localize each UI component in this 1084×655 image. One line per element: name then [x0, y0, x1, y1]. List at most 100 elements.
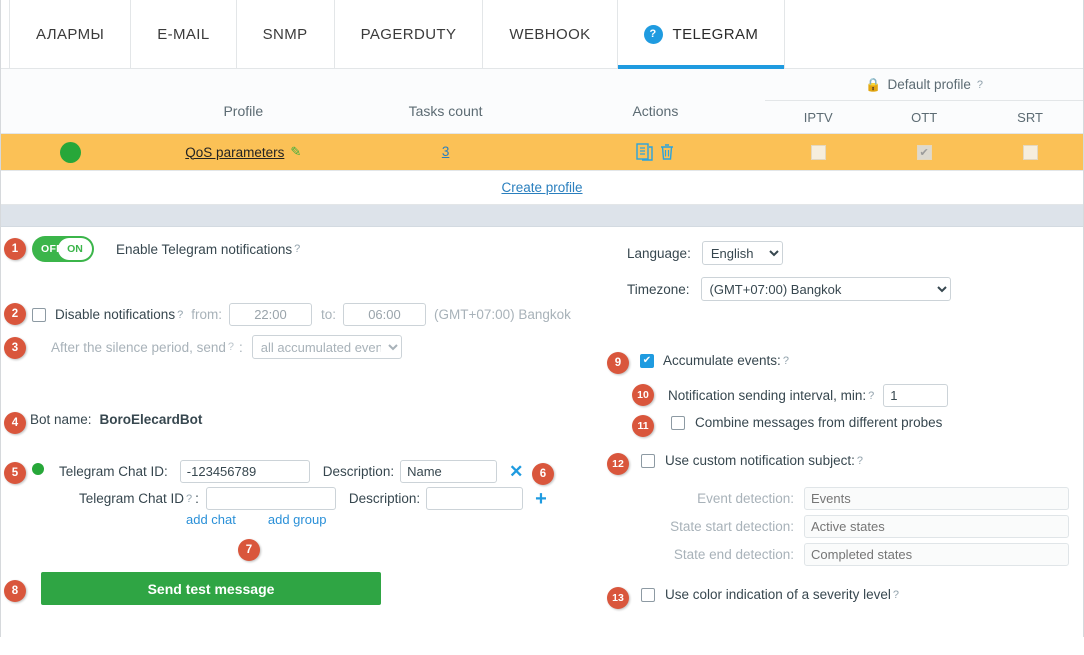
help-hint-icon[interactable]: ?: [977, 79, 983, 91]
to-time-input[interactable]: [342, 303, 426, 326]
ott-checkbox[interactable]: ✔: [916, 144, 932, 160]
srt-checkbox[interactable]: [1022, 144, 1038, 160]
help-hint-icon[interactable]: ?: [868, 390, 874, 402]
table-row[interactable]: QoS parameters ✎ 3 ✔: [1, 133, 1083, 171]
description-label-2: Description:: [348, 491, 421, 506]
badge-12: 12: [607, 453, 629, 475]
chat-id-label-2: Telegram Chat ID: [78, 491, 184, 506]
to-label: to:: [320, 307, 336, 322]
default-profile-label: Default profile: [887, 77, 971, 92]
notification-channel-tabs: АЛАРМЫ E-MAIL SNMP PAGERDUTY WEBHOOK ? T…: [1, 0, 1083, 69]
create-profile-link[interactable]: Create profile: [501, 180, 582, 195]
chat-id-input-2[interactable]: [205, 487, 336, 510]
row-flags-cell: ✔: [765, 144, 1083, 160]
column-header-ott: OTT: [911, 109, 938, 125]
accumulate-events-checkbox[interactable]: [640, 353, 654, 368]
row-actions-cell: [546, 143, 766, 161]
tab-email[interactable]: E-MAIL: [131, 0, 237, 68]
timezone-select[interactable]: (GMT+07:00) Bangkok: [700, 277, 951, 301]
toggle-knob: ON: [58, 238, 92, 260]
silence-period-row: After the silence period, send ? : all a…: [51, 335, 402, 359]
badge-7: 7: [238, 539, 260, 561]
badge-4: 4: [4, 412, 26, 434]
add-chat-link[interactable]: add chat: [186, 512, 236, 527]
language-select[interactable]: English: [701, 241, 783, 265]
help-circle-icon[interactable]: ?: [643, 24, 663, 44]
combine-messages-checkbox[interactable]: [671, 415, 685, 430]
green-status-dot: [32, 463, 44, 475]
disable-notifications-checkbox[interactable]: [32, 307, 46, 322]
color-indication-label: Use color indication of a severity level: [665, 587, 891, 602]
add-group-link[interactable]: add group: [268, 512, 327, 527]
description-input-2[interactable]: [426, 487, 524, 510]
help-hint-icon[interactable]: ?: [857, 455, 863, 467]
close-x-icon[interactable]: ✕: [509, 463, 523, 480]
tab-alarms[interactable]: АЛАРМЫ: [9, 0, 132, 68]
telegram-settings-form: 1 OFF ON Enable Telegram notifications ?…: [1, 227, 1083, 655]
description-input[interactable]: [400, 460, 498, 483]
state-start-detection-label: State start detection:: [670, 519, 794, 534]
badge-6: 6: [532, 463, 554, 485]
description-label: Description:: [322, 464, 395, 479]
state-end-detection-row: State end detection:: [669, 543, 1069, 566]
language-row: Language: English: [627, 241, 783, 265]
flag-columns: IPTV OTT SRT: [765, 101, 1083, 133]
plus-icon[interactable]: +: [535, 489, 547, 509]
color-indication-checkbox[interactable]: [641, 587, 655, 602]
tab-webhook[interactable]: WEBHOOK: [483, 0, 618, 68]
trash-icon[interactable]: [659, 143, 675, 161]
column-header-tasks-count: Tasks count: [408, 103, 483, 119]
tab-telegram[interactable]: ? TELEGRAM: [617, 0, 786, 69]
state-end-detection-input[interactable]: [804, 543, 1069, 566]
enable-telegram-toggle[interactable]: OFF ON: [32, 236, 94, 262]
disable-notifications-label: Disable notifications: [55, 307, 176, 322]
combine-messages-label: Combine messages from different probes: [695, 415, 943, 430]
chat-links-row: add chat add group: [186, 512, 326, 527]
custom-subject-checkbox[interactable]: [641, 453, 655, 468]
section-divider-band: [1, 205, 1083, 227]
column-header-default-profile-group: 🔒 Default profile ? IPTV OTT SRT: [765, 69, 1083, 133]
form-left-column: 1 OFF ON Enable Telegram notifications ?…: [1, 227, 591, 655]
profile-name-link[interactable]: QoS parameters: [185, 145, 284, 160]
row-status-cell: [1, 141, 141, 163]
table-header-row: Profile Tasks count Actions 🔒 Default pr…: [1, 69, 1083, 133]
column-header-iptv: IPTV: [803, 109, 833, 125]
timezone-label: Timezone:: [627, 281, 690, 297]
row-tasks-cell: 3: [346, 143, 546, 161]
silence-period-colon: :: [238, 339, 243, 355]
badge-10: 10: [632, 384, 654, 406]
badge-5: 5: [4, 462, 26, 484]
help-hint-icon[interactable]: ?: [893, 589, 899, 601]
silence-period-select[interactable]: all accumulated events: [251, 335, 402, 359]
timezone-note: (GMT+07:00) Bangkok: [433, 307, 571, 322]
copy-icon[interactable]: [636, 143, 653, 161]
state-start-detection-input[interactable]: [804, 515, 1069, 538]
badge-3: 3: [4, 337, 26, 359]
custom-subject-label: Use custom notification subject:: [665, 453, 855, 468]
pencil-icon[interactable]: ✎: [290, 144, 301, 160]
silence-period-label: After the silence period, send: [51, 339, 226, 355]
chat-id-input[interactable]: [179, 460, 310, 483]
notification-interval-input[interactable]: [883, 384, 949, 407]
help-hint-icon[interactable]: ?: [177, 309, 183, 321]
iptv-checkbox[interactable]: [810, 144, 826, 160]
tab-label: TELEGRAM: [672, 25, 759, 43]
badge-1: 1: [4, 238, 26, 260]
help-hint-icon[interactable]: ?: [783, 355, 789, 367]
help-hint-icon[interactable]: ?: [294, 243, 300, 255]
help-hint-icon[interactable]: ?: [228, 341, 234, 353]
send-test-message-button[interactable]: Send test message: [41, 572, 381, 605]
event-detection-row: Event detection:: [669, 487, 1069, 510]
tab-pagerduty[interactable]: PAGERDUTY: [335, 0, 484, 68]
help-hint-icon[interactable]: ?: [186, 493, 192, 505]
chat-id-colon-2: :: [195, 491, 199, 506]
tab-snmp[interactable]: SNMP: [237, 0, 335, 68]
page-root: АЛАРМЫ E-MAIL SNMP PAGERDUTY WEBHOOK ? T…: [0, 0, 1084, 637]
disable-notifications-row: Disable notifications ? from: to: (GMT+0…: [32, 303, 571, 326]
event-detection-input[interactable]: [804, 487, 1069, 510]
default-profile-title: 🔒 Default profile ?: [765, 69, 1083, 101]
tasks-count-link[interactable]: 3: [442, 144, 450, 159]
tab-label: WEBHOOK: [509, 25, 591, 43]
from-time-input[interactable]: [228, 303, 312, 326]
enable-telegram-label: Enable Telegram notifications: [116, 241, 293, 257]
